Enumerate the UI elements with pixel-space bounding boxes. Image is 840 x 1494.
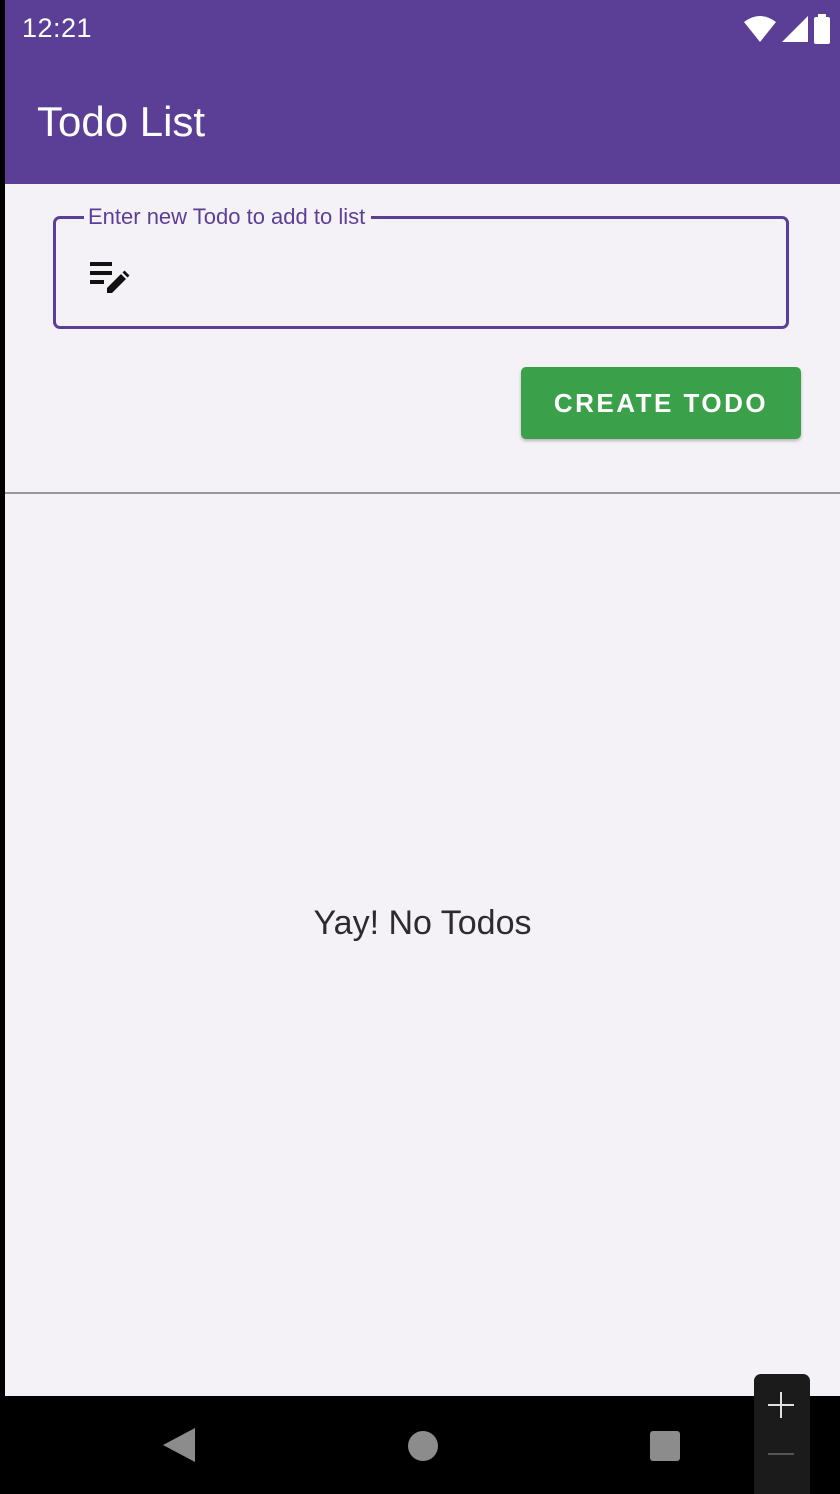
todo-input-label: Enter new Todo to add to list [84,205,372,229]
app-title: Todo List [37,98,206,145]
zoom-in-icon[interactable] [766,1390,796,1420]
todo-input-field[interactable]: Enter new Todo to add to list [53,205,789,329]
status-time: 12:21 [22,13,93,43]
recents-icon[interactable] [650,1431,680,1461]
create-todo-button[interactable]: CREATE TODO [521,367,801,439]
create-todo-label: CREATE TODO [553,387,769,418]
edit-note-icon [90,262,130,293]
empty-state-message: Yay! No Todos [313,904,532,942]
back-icon[interactable] [163,1428,195,1462]
zoom-controls [754,1374,810,1494]
status-icons [744,14,830,44]
app-screen: 12:21 Todo List Enter new Todo to add to… [5,0,840,1396]
signal-icon [782,16,808,42]
home-icon[interactable] [408,1431,438,1461]
todo-text-input[interactable] [152,249,756,301]
wifi-icon [744,16,776,42]
system-nav-bar [0,1396,840,1494]
app-bar: 12:21 Todo List [5,0,840,184]
divider [5,492,840,494]
battery-icon [814,14,830,44]
zoom-out-icon[interactable] [766,1452,796,1456]
